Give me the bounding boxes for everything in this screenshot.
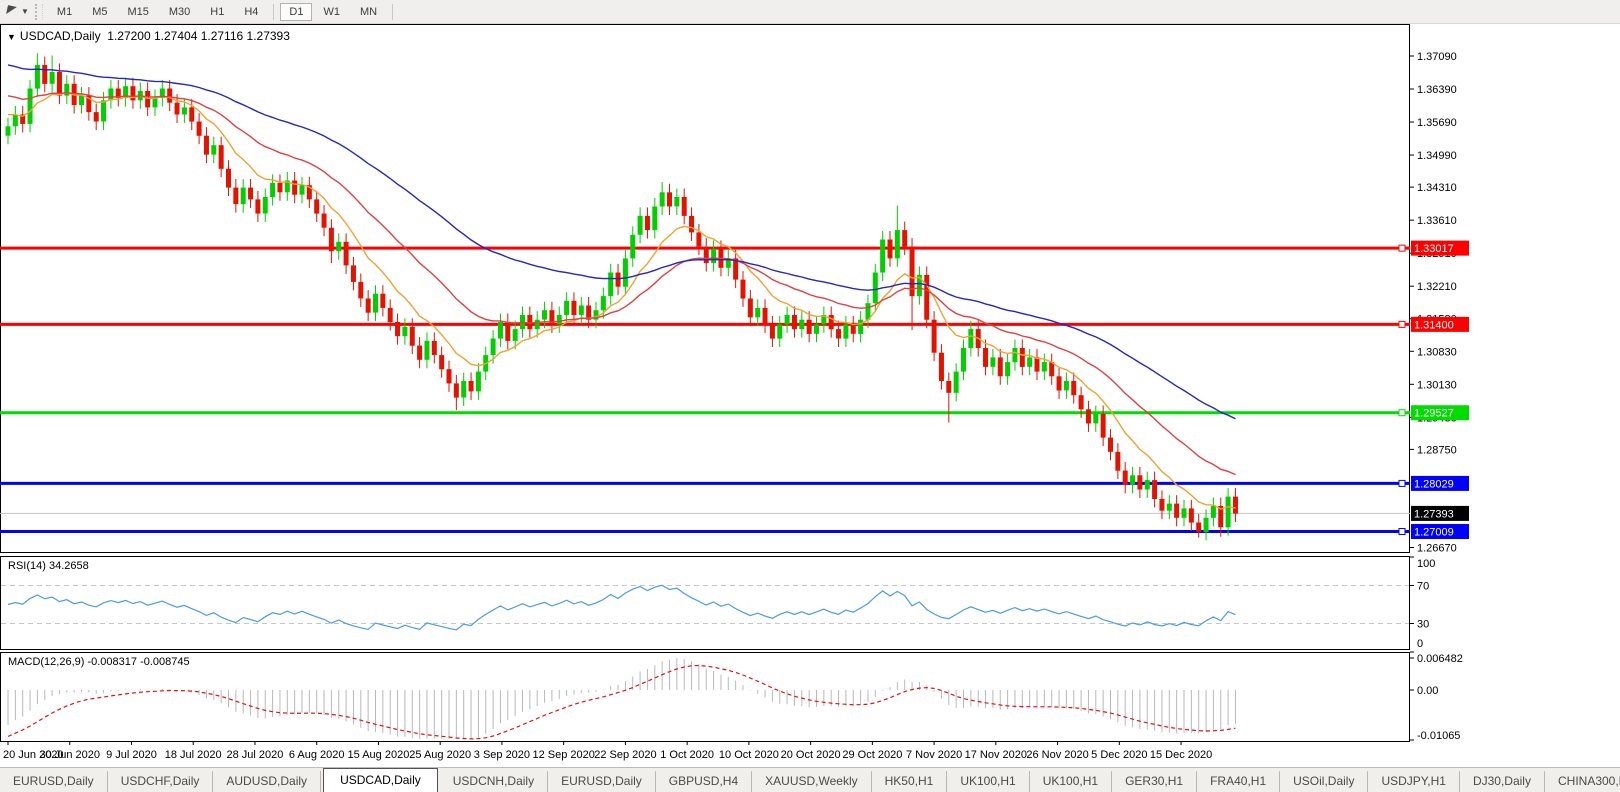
svg-text:15 Dec 2020: 15 Dec 2020 — [1150, 749, 1212, 761]
svg-text:25 Aug 2020: 25 Aug 2020 — [409, 749, 471, 761]
svg-text:1.34310: 1.34310 — [1417, 182, 1457, 194]
svg-text:1 Oct 2020: 1 Oct 2020 — [660, 749, 714, 761]
svg-text:1.30830: 1.30830 — [1417, 346, 1457, 358]
tab-usdjpy-h1[interactable]: USDJPY,H1 — [1368, 771, 1460, 792]
candles-layer — [5, 53, 1238, 541]
horizontal-lines[interactable] — [0, 244, 1410, 536]
svg-text:9 Jul 2020: 9 Jul 2020 — [106, 749, 157, 761]
tab-usoil-daily[interactable]: USOil,Daily — [1280, 771, 1369, 792]
dropdown-caret-icon[interactable]: ▼ — [21, 7, 29, 16]
svg-text:1.27009: 1.27009 — [1414, 527, 1454, 539]
tab-eurusd-daily[interactable]: EURUSD,Daily — [0, 771, 108, 792]
svg-text:0.006482: 0.006482 — [1417, 653, 1463, 665]
tab-uk100-h1[interactable]: UK100,H1 — [947, 771, 1030, 792]
svg-text:17 Nov 2020: 17 Nov 2020 — [965, 749, 1027, 761]
tab-fra40-h1[interactable]: FRA40,H1 — [1197, 771, 1281, 792]
timeframe-button-w1[interactable]: W1 — [314, 3, 349, 21]
svg-text:1.35690: 1.35690 — [1417, 117, 1457, 129]
svg-text:1.36390: 1.36390 — [1417, 84, 1457, 96]
svg-text:0: 0 — [1417, 638, 1423, 650]
timeframe-button-m1[interactable]: M1 — [48, 3, 81, 21]
tab-gbpusd-h4[interactable]: GBPUSD,H4 — [656, 771, 753, 792]
tab-eurusd-daily[interactable]: EURUSD,Daily — [548, 771, 656, 792]
svg-text:10 Oct 2020: 10 Oct 2020 — [719, 749, 779, 761]
svg-text:26 Nov 2020: 26 Nov 2020 — [1026, 749, 1088, 761]
timeframe-toolbar: ▼ M1 M5 M15 M30 H1 H4 D1 W1 MN — [0, 0, 1620, 24]
svg-text:1.30130: 1.30130 — [1417, 379, 1457, 391]
svg-text:29 Oct 2020: 29 Oct 2020 — [842, 749, 902, 761]
svg-text:22 Sep 2020: 22 Sep 2020 — [594, 749, 656, 761]
tab-dj30-daily[interactable]: DJ30,Daily — [1460, 771, 1545, 792]
ma-medium-line — [7, 91, 1236, 476]
svg-text:70: 70 — [1417, 581, 1429, 593]
svg-text:18 Jul 2020: 18 Jul 2020 — [165, 749, 222, 761]
pane-frames — [0, 24, 1410, 742]
tab-uk100-h1[interactable]: UK100,H1 — [1030, 771, 1113, 792]
chart-canvas[interactable]: 1.37090 1.36390 1.35690 1.34990 1.34310 1.336… — [0, 0, 1620, 792]
ohlc-values: 1.27200 1.27404 1.27116 1.27393 — [107, 29, 290, 43]
svg-text:6 Aug 2020: 6 Aug 2020 — [289, 749, 345, 761]
toolbar-grip[interactable] — [34, 3, 43, 20]
tab-usdchf-daily[interactable]: USDCHF,Daily — [108, 771, 214, 792]
timeframe-button-m30[interactable]: M30 — [160, 3, 199, 21]
rsi-axis[interactable]: 100 70 30 0 — [1410, 556, 1435, 653]
cursor-tool-icon[interactable] — [4, 4, 20, 20]
svg-text:12 Sep 2020: 12 Sep 2020 — [532, 749, 594, 761]
svg-text:1.33610: 1.33610 — [1417, 215, 1457, 227]
svg-text:1.34990: 1.34990 — [1417, 150, 1457, 162]
svg-text:1.29527: 1.29527 — [1414, 408, 1454, 420]
chart-title: ▼ USDCAD,Daily 1.27200 1.27404 1.27116 1.… — [7, 29, 290, 43]
svg-text:1.27393: 1.27393 — [1414, 508, 1454, 520]
svg-text:1.31400: 1.31400 — [1414, 319, 1454, 331]
svg-text:1.37090: 1.37090 — [1417, 51, 1457, 63]
macd-axis[interactable]: 0.006482 0.00 -0.01065 — [1410, 653, 1463, 742]
svg-text:15 Aug 2020: 15 Aug 2020 — [348, 749, 410, 761]
svg-text:28 Jul 2020: 28 Jul 2020 — [227, 749, 284, 761]
tab-usdcnh-daily[interactable]: USDCNH,Daily — [440, 771, 549, 792]
tab-audusd-daily[interactable]: AUDUSD,Daily — [213, 771, 322, 792]
svg-text:-0.01065: -0.01065 — [1417, 730, 1460, 742]
mt4-window: ▼ M1 M5 M15 M30 H1 H4 D1 W1 MN 1.37090 1.36390 1.3… — [0, 0, 1620, 792]
timeframe-button-h1[interactable]: H1 — [201, 3, 233, 21]
svg-text:30: 30 — [1417, 619, 1429, 631]
svg-text:1.28029: 1.28029 — [1414, 478, 1454, 490]
svg-text:5 Dec 2020: 5 Dec 2020 — [1091, 749, 1147, 761]
svg-text:3 Sep 2020: 3 Sep 2020 — [474, 749, 530, 761]
svg-text:1.32210: 1.32210 — [1417, 281, 1457, 293]
svg-text:1.33017: 1.33017 — [1414, 243, 1454, 255]
timeframe-button-m15[interactable]: M15 — [118, 3, 157, 21]
svg-text:30 Jun 2020: 30 Jun 2020 — [39, 749, 100, 761]
tab-xauusd-weekly[interactable]: XAUUSD,Weekly — [752, 771, 872, 792]
macd-histogram — [7, 658, 1236, 739]
tab-hk50-h1[interactable]: HK50,H1 — [872, 771, 948, 792]
svg-text:1.28750: 1.28750 — [1417, 444, 1457, 456]
chart-tab-bar: EURUSD,Daily USDCHF,Daily AUDUSD,Daily USDC… — [0, 767, 1620, 792]
date-axis[interactable]: 20 Jun 202030 Jun 2020 9 Jul 2020 18 Jul 2… — [3, 741, 1212, 761]
timeframe-buttons: M1 M5 M15 M30 H1 H4 D1 W1 MN — [47, 2, 398, 21]
ma-fast-line — [8, 91, 1236, 510]
svg-text:1.26670: 1.26670 — [1417, 543, 1457, 555]
svg-text:100: 100 — [1417, 558, 1435, 570]
tab-china300-h1[interactable]: CHINA300,H1 — [1545, 771, 1620, 792]
window-menu-icon[interactable]: ▼ — [7, 32, 16, 42]
macd-indicator-label: MACD(12,26,9) -0.008317 -0.008745 — [8, 656, 190, 668]
svg-text:7 Nov 2020: 7 Nov 2020 — [906, 749, 962, 761]
timeframe-button-h4[interactable]: H4 — [235, 3, 267, 21]
timeframe-button-m5[interactable]: M5 — [83, 3, 116, 21]
svg-text:0.00: 0.00 — [1417, 685, 1438, 697]
tab-ger30-h1[interactable]: GER30,H1 — [1112, 771, 1198, 792]
rsi-indicator-label: RSI(14) 34.2658 — [8, 560, 89, 572]
tab-usdcad-daily[interactable]: USDCAD,Daily — [323, 768, 438, 792]
symbol-period-label: USDCAD,Daily — [19, 29, 101, 43]
timeframe-button-d1[interactable]: D1 — [280, 2, 313, 21]
svg-text:20 Oct 2020: 20 Oct 2020 — [781, 749, 841, 761]
timeframe-button-mn[interactable]: MN — [351, 3, 386, 21]
